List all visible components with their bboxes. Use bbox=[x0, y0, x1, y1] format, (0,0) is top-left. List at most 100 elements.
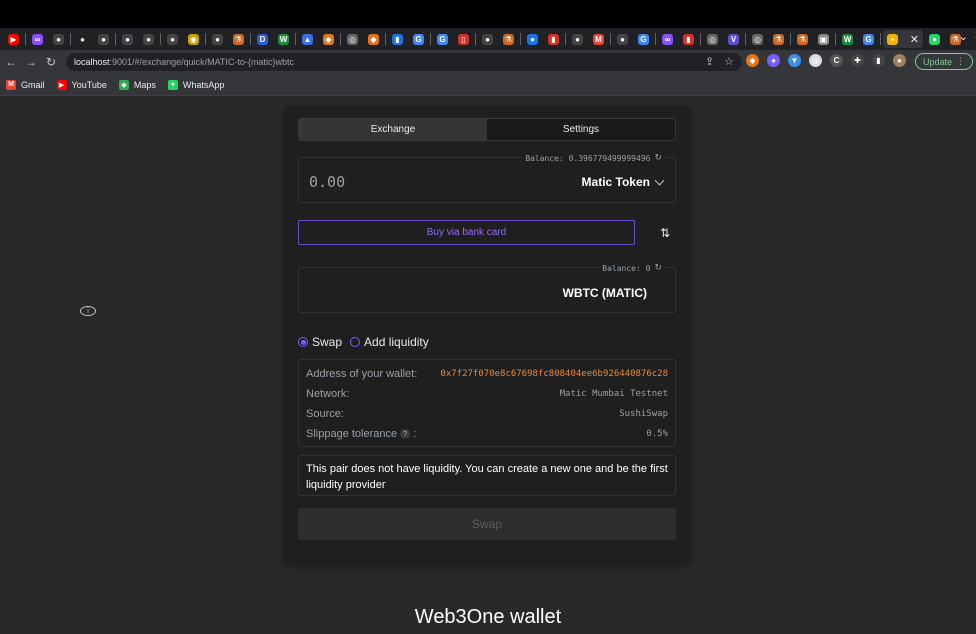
browser-tab[interactable]: ⚗ bbox=[769, 30, 788, 48]
browser-tab[interactable]: M bbox=[589, 30, 608, 48]
url-host: localhost bbox=[74, 57, 110, 67]
swap-direction-icon[interactable]: ⇅ bbox=[660, 226, 670, 240]
bookmark-whatsapp[interactable]: ● WhatsApp bbox=[167, 79, 224, 90]
github-icon: ● bbox=[143, 33, 154, 45]
close-tab-icon[interactable]: ✕ bbox=[910, 33, 919, 46]
site-info-icon[interactable]: i bbox=[80, 306, 96, 316]
profile-avatar-icon[interactable]: ● bbox=[893, 54, 906, 67]
bookmark-gmail[interactable]: M Gmail bbox=[6, 79, 45, 90]
radio-selected-icon[interactable] bbox=[298, 337, 308, 347]
browser-tab[interactable]: ◉ bbox=[184, 30, 203, 48]
browser-tab[interactable]: ● bbox=[118, 30, 137, 48]
sidepanel-icon[interactable]: ▮ bbox=[872, 54, 885, 67]
swap-radio-label: Swap bbox=[312, 335, 343, 349]
kebab-menu-icon[interactable]: ⋮ bbox=[956, 56, 965, 67]
radio-unselected-icon[interactable] bbox=[350, 337, 361, 347]
browser-tab[interactable]: ● bbox=[523, 30, 542, 48]
browser-tab[interactable]: ∞ bbox=[658, 30, 677, 48]
github-icon: ● bbox=[617, 33, 628, 45]
browser-tab[interactable]: ▲ bbox=[298, 30, 317, 48]
browser-tab[interactable]: ● bbox=[94, 30, 113, 48]
refresh-icon[interactable]: ↻ bbox=[654, 263, 662, 273]
share-icon[interactable]: ⇪ bbox=[705, 55, 714, 68]
metamask-icon: ◆ bbox=[368, 33, 379, 45]
add-liquidity-radio[interactable]: Add liquidity bbox=[350, 335, 429, 349]
browser-tab[interactable]: ◆ bbox=[364, 30, 383, 48]
tab-divider bbox=[655, 33, 656, 45]
flask-icon: ⚗ bbox=[503, 33, 514, 45]
refresh-icon[interactable]: ↻ bbox=[654, 153, 662, 163]
browser-tab[interactable]: G bbox=[859, 30, 878, 48]
browser-tab-active[interactable]: ▪ ✕ bbox=[883, 30, 923, 48]
address-row: ← → ↻ i localhost:9001/#/exchange/quick/… bbox=[0, 50, 976, 316]
reload-icon[interactable]: ↻ bbox=[42, 55, 60, 69]
back-icon[interactable]: ← bbox=[2, 55, 20, 69]
browser-tab[interactable]: ● bbox=[73, 30, 92, 48]
from-amount-input[interactable]: 0.00 bbox=[309, 173, 345, 191]
circle-ext-icon[interactable]: ◎ bbox=[809, 54, 822, 67]
browser-tab[interactable]: ◎ bbox=[748, 30, 767, 48]
tab-exchange[interactable]: Exchange bbox=[299, 119, 487, 140]
browser-tab[interactable]: G bbox=[433, 30, 452, 48]
browser-tab[interactable]: ● bbox=[163, 30, 182, 48]
browser-tab[interactable]: ◆ bbox=[319, 30, 338, 48]
bookmark-maps[interactable]: ◆ Maps bbox=[118, 79, 156, 90]
tab-settings[interactable]: Settings bbox=[487, 119, 675, 140]
browser-tab[interactable]: ⚗ bbox=[499, 30, 518, 48]
help-icon[interactable]: ? bbox=[400, 429, 411, 440]
url-bar[interactable]: i localhost:9001/#/exchange/quick/MATIC-… bbox=[66, 53, 742, 316]
github-icon: ● bbox=[98, 33, 109, 45]
forward-icon[interactable]: → bbox=[22, 55, 40, 69]
bookmark-youtube[interactable]: ▶ YouTube bbox=[56, 79, 107, 90]
swap-radio[interactable]: Swap bbox=[298, 335, 342, 349]
browser-tab[interactable]: G bbox=[409, 30, 428, 48]
browser-tab[interactable]: ▮ bbox=[388, 30, 407, 48]
dev-icon: D bbox=[257, 33, 268, 45]
tab-divider bbox=[700, 33, 701, 45]
tab-divider bbox=[430, 33, 431, 45]
browser-tab[interactable]: ● bbox=[139, 30, 158, 48]
browser-tab[interactable]: ⚗ bbox=[793, 30, 812, 48]
update-button[interactable]: Update ⋮ bbox=[915, 53, 973, 70]
from-token-select[interactable]: Matic Token bbox=[582, 175, 665, 189]
network-row: Network: Matic Mumbai Testnet bbox=[306, 384, 668, 404]
browser-tab[interactable]: ▮ bbox=[544, 30, 563, 48]
tab-divider bbox=[520, 33, 521, 45]
tab-strip: ▶ ∞ ● ● ● ● ● ● ◉ ● ⚗ D W ▲ ◆ ◎ ◆ ▮ G G ▯ ● ⚗ ● ▮ ● M ● G ∞ ▮ ◎ V ◎ ⚗ ⚗ ▣ W G ▪… bbox=[0, 28, 976, 50]
browser-tab[interactable]: ● bbox=[478, 30, 497, 48]
browser-tab[interactable]: ● bbox=[613, 30, 632, 48]
ci-ext-icon[interactable]: C bbox=[830, 54, 843, 67]
tab-divider bbox=[250, 33, 251, 45]
shield-ext-icon[interactable]: ▼ bbox=[788, 54, 801, 67]
puzzle-icon[interactable]: ✚ bbox=[851, 54, 864, 67]
coin-icon: ◉ bbox=[188, 33, 199, 45]
tab-search-icon[interactable]: ⌄ bbox=[959, 30, 968, 43]
window-top-bar bbox=[0, 0, 976, 28]
browser-tab[interactable]: ∞ bbox=[28, 30, 47, 48]
google-icon: G bbox=[863, 33, 874, 45]
browser-tab[interactable]: W bbox=[274, 30, 293, 48]
buy-via-bank-card-button[interactable]: Buy via bank card bbox=[298, 220, 635, 245]
browser-tab[interactable]: ▯ bbox=[454, 30, 473, 48]
browser-tab[interactable]: ⚗ bbox=[229, 30, 248, 48]
browser-tab[interactable]: ● bbox=[925, 30, 944, 48]
purple-ext-icon[interactable]: ● bbox=[767, 54, 780, 67]
update-label: Update bbox=[922, 56, 953, 67]
slippage-colon: : bbox=[413, 428, 417, 440]
swap-button[interactable]: Swap bbox=[298, 508, 676, 540]
whatsapp-icon: ● bbox=[167, 79, 178, 90]
browser-tab[interactable]: ● bbox=[568, 30, 587, 48]
browser-tab[interactable]: D bbox=[253, 30, 272, 48]
browser-tab[interactable]: ▮ bbox=[679, 30, 698, 48]
browser-tab[interactable]: ▣ bbox=[814, 30, 833, 48]
browser-tab[interactable]: V bbox=[724, 30, 743, 48]
browser-tab[interactable]: G bbox=[634, 30, 653, 48]
browser-tab[interactable]: ◎ bbox=[343, 30, 362, 48]
browser-tab[interactable]: W bbox=[838, 30, 857, 48]
browser-tab[interactable]: ▶ bbox=[4, 30, 23, 48]
browser-tab[interactable]: ◎ bbox=[703, 30, 722, 48]
browser-tab[interactable]: ● bbox=[208, 30, 227, 48]
metamask-icon[interactable]: ◆ bbox=[746, 54, 759, 67]
browser-tab[interactable]: ● bbox=[49, 30, 68, 48]
bookmark-star-icon[interactable]: ☆ bbox=[724, 55, 734, 68]
